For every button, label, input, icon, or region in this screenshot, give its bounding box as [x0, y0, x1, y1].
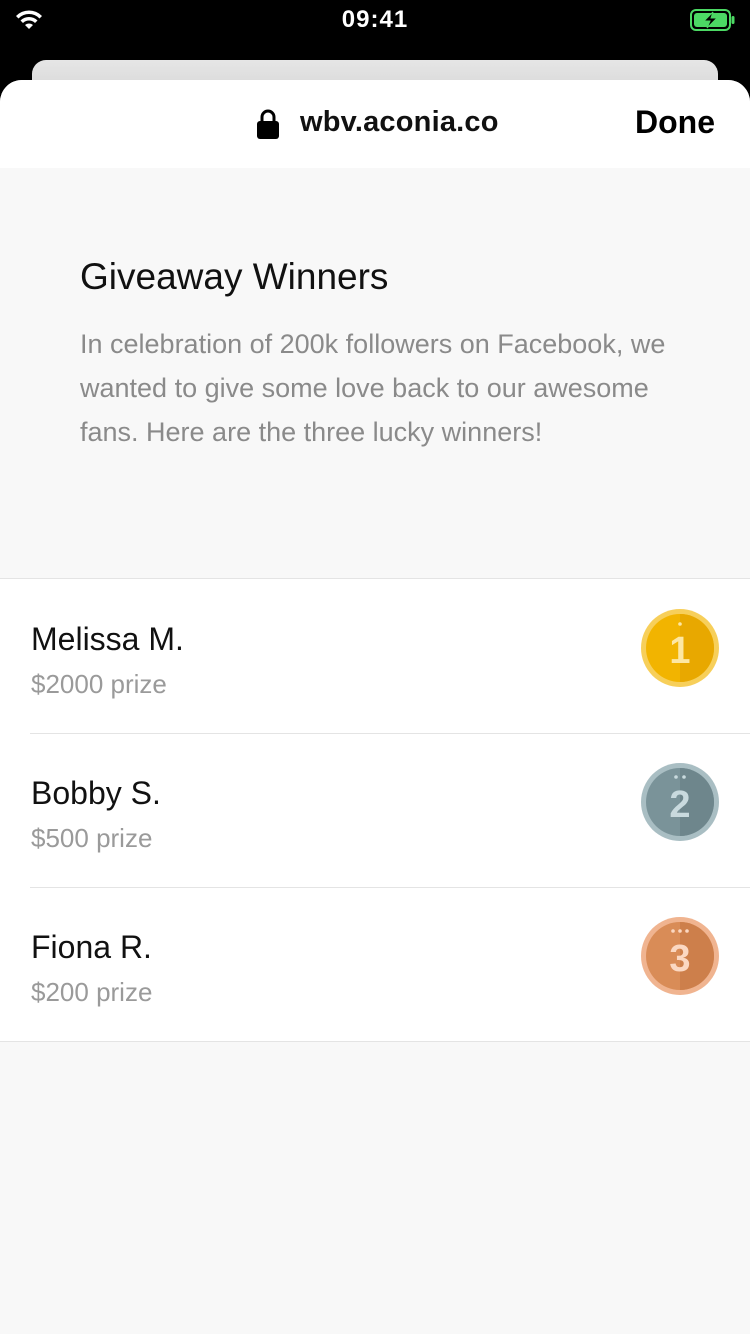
gold-medal-icon: 1	[641, 609, 719, 687]
winner-prize: $200 prize	[31, 977, 153, 1007]
page-title: Giveaway Winners	[80, 256, 389, 297]
done-button[interactable]: Done	[635, 104, 715, 141]
battery-charging-icon	[690, 9, 735, 31]
url-label: wbv.aconia.co	[300, 106, 499, 138]
winner-name: Melissa M.	[31, 621, 184, 657]
winner-name: Bobby S.	[31, 775, 161, 811]
winner-name: Fiona R.	[31, 929, 152, 965]
medal-rank: 3	[669, 938, 690, 980]
list-item[interactable]: Fiona R. $200 prize 3	[0, 887, 750, 1041]
winner-prize: $2000 prize	[31, 669, 167, 699]
browser-nav-bar: wbv.aconia.co Done	[0, 80, 750, 168]
silver-medal-icon: 2	[641, 763, 719, 841]
intro-section: Giveaway Winners In celebration of 200k …	[0, 168, 750, 578]
list-item[interactable]: Melissa M. $2000 prize 1	[0, 579, 750, 733]
status-time: 09:41	[341, 6, 409, 33]
bronze-medal-icon: 3	[641, 917, 719, 995]
status-bar: 09:41	[0, 0, 750, 44]
page-description: In celebration of 200k followers on Face…	[80, 329, 666, 447]
lock-icon	[257, 109, 279, 139]
winners-list: Melissa M. $2000 prize 1 Bobby S. $500 p…	[0, 578, 750, 1042]
web-view-sheet: wbv.aconia.co Done Giveaway Winners In c…	[0, 80, 750, 1334]
medal-rank: 1	[669, 630, 690, 672]
winner-prize: $500 prize	[31, 823, 153, 853]
medal-rank: 2	[669, 784, 690, 826]
list-item[interactable]: Bobby S. $500 prize 2	[0, 733, 750, 887]
